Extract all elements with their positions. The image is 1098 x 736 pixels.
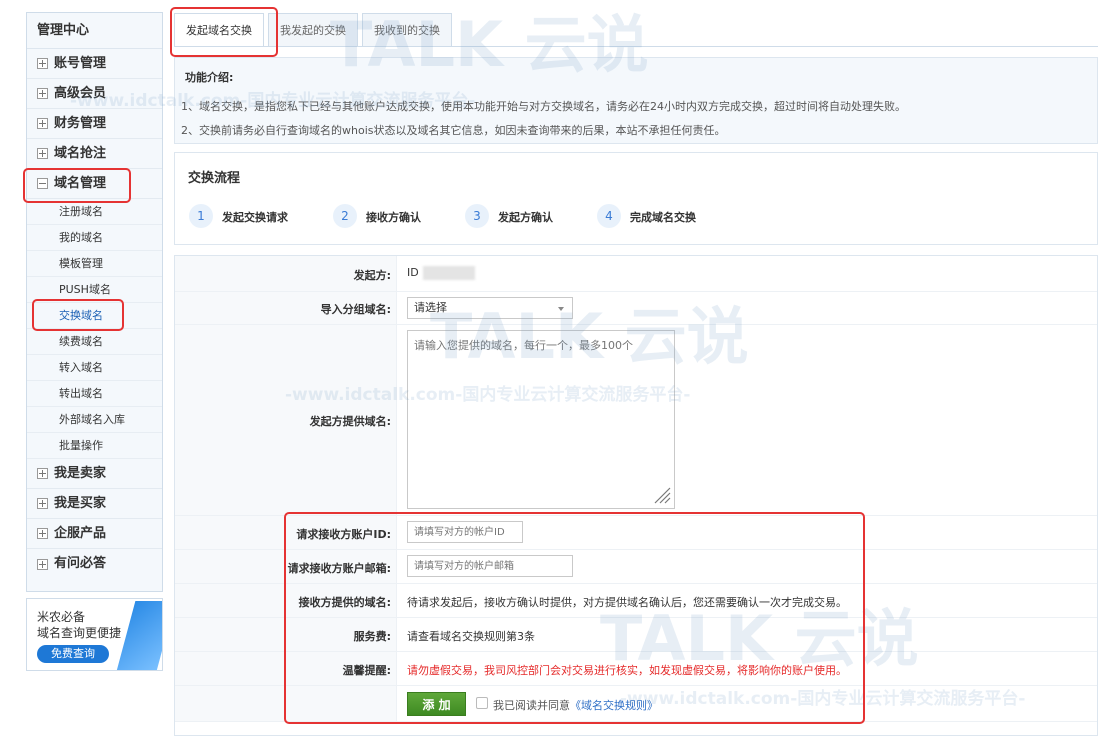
tab-my-initiated-exchanges[interactable]: 我发起的交换 bbox=[268, 13, 358, 47]
step-label: 发起方确认 bbox=[498, 211, 553, 224]
row-divider bbox=[175, 721, 1097, 722]
redacted-id bbox=[422, 266, 475, 280]
sidebar-title: 管理中心 bbox=[27, 13, 162, 49]
intro-line-2: 2、交换前请务必自行查询域名的whois状态以及域名其它信息，如因未查询带来的后… bbox=[181, 124, 726, 137]
account-id-label: 请求接收方账户ID: bbox=[296, 528, 391, 541]
row-divider bbox=[175, 324, 1097, 325]
sidebar-item-finance[interactable]: 财务管理 bbox=[27, 109, 162, 139]
collapse-icon bbox=[37, 178, 48, 189]
sidebar-subitem-transfer-in[interactable]: 转入域名 bbox=[27, 355, 162, 381]
expand-icon bbox=[37, 58, 48, 69]
sidebar-item-label: 域名管理 bbox=[54, 175, 107, 191]
sidebar-item-label: 企服产品 bbox=[54, 525, 107, 541]
group-select-label: 导入分组域名: bbox=[320, 303, 391, 316]
sidebar-subitem-transfer-out[interactable]: 转出域名 bbox=[27, 381, 162, 407]
domains-textarea[interactable] bbox=[407, 330, 675, 509]
sidebar-subitem-renew-domain[interactable]: 续费域名 bbox=[27, 329, 162, 355]
row-divider bbox=[175, 651, 1097, 652]
step-label: 发起交换请求 bbox=[222, 211, 288, 224]
exchange-rules-link[interactable]: 《域名交换规则》 bbox=[570, 699, 658, 712]
chevron-down-icon bbox=[558, 307, 564, 311]
sidebar-item-domain-management[interactable]: 域名管理 bbox=[27, 169, 162, 199]
exchange-flow: 交换流程 1 发起交换请求 2 接收方确认 3 发起方确认 4 完成域名交换 bbox=[174, 152, 1098, 245]
promo-subtitle: 域名查询更便捷 bbox=[37, 626, 122, 640]
agree-text: 我已阅读并同意 bbox=[493, 699, 570, 712]
tip-label: 温馨提醒: bbox=[342, 664, 391, 677]
row-divider bbox=[175, 617, 1097, 618]
initiator-label: 发起方: bbox=[353, 269, 391, 282]
sidebar-subitem-register-domain[interactable]: 注册域名 bbox=[27, 199, 162, 225]
sidebar-item-enterprise[interactable]: 企服产品 bbox=[27, 519, 162, 549]
flow-title: 交换流程 bbox=[188, 171, 241, 186]
sidebar-subitem-my-domains[interactable]: 我的域名 bbox=[27, 225, 162, 251]
row-divider bbox=[175, 685, 1097, 686]
promo-banner[interactable]: 米农必备 域名查询更便捷 免费查询 bbox=[26, 598, 163, 671]
free-query-button[interactable]: 免费查询 bbox=[37, 645, 109, 663]
sidebar-subitem-external-import[interactable]: 外部域名入库 bbox=[27, 407, 162, 433]
step-label: 完成域名交换 bbox=[630, 211, 696, 224]
sidebar-subitem-exchange-domain[interactable]: 交换域名 bbox=[27, 303, 162, 329]
row-divider bbox=[175, 583, 1097, 584]
step-label: 接收方确认 bbox=[366, 211, 421, 224]
fee-label: 服务费: bbox=[353, 630, 391, 643]
agree-checkbox[interactable] bbox=[476, 697, 488, 709]
sidebar-item-seller[interactable]: 我是卖家 bbox=[27, 459, 162, 489]
sidebar-item-label: 我是卖家 bbox=[54, 465, 107, 481]
expand-icon bbox=[37, 558, 48, 570]
expand-icon bbox=[37, 118, 48, 129]
sidebar-item-snap-register[interactable]: 域名抢注 bbox=[27, 139, 162, 169]
expand-icon bbox=[37, 498, 48, 509]
sidebar-item-buyer[interactable]: 我是买家 bbox=[27, 489, 162, 519]
tab-initiate-exchange[interactable]: 发起域名交换 bbox=[174, 13, 264, 47]
agree-label: 我已阅读并同意《域名交换规则》 bbox=[493, 697, 658, 713]
initiator-value: ID bbox=[407, 266, 475, 280]
sidebar-subitem-push-domain[interactable]: PUSH域名 bbox=[27, 277, 162, 303]
sidebar-item-vip[interactable]: 高级会员 bbox=[27, 79, 162, 109]
tab-bar: 发起域名交换 我发起的交换 我收到的交换 bbox=[174, 13, 456, 47]
email-label: 请求接收方账户邮箱: bbox=[287, 562, 391, 575]
sidebar-subitem-templates[interactable]: 模板管理 bbox=[27, 251, 162, 277]
account-id-input[interactable] bbox=[407, 521, 523, 543]
expand-icon bbox=[37, 148, 48, 159]
sidebar-item-label: 账号管理 bbox=[54, 55, 107, 71]
sidebar: 管理中心 账号管理 高级会员 财务管理 域名抢注 域名管理 注册域名 我的域名 … bbox=[26, 12, 163, 592]
initiator-id: ID bbox=[407, 266, 419, 279]
tip-text: 请勿虚假交易，我司风控部门会对交易进行核实，如发现虚假交易，将影响你的账户使用。 bbox=[407, 664, 847, 677]
expand-icon bbox=[37, 468, 48, 479]
promo-decoration bbox=[116, 601, 162, 670]
step-number: 1 bbox=[189, 204, 213, 228]
expand-icon bbox=[37, 88, 48, 99]
sidebar-item-label: 有问必答 bbox=[54, 556, 107, 571]
step-number: 2 bbox=[333, 204, 357, 228]
fee-text: 请查看域名交换规则第3条 bbox=[407, 630, 535, 643]
sidebar-item-label: 我是买家 bbox=[54, 495, 107, 511]
sidebar-item-account[interactable]: 账号管理 bbox=[27, 49, 162, 79]
promo-title: 米农必备 bbox=[37, 610, 86, 624]
group-select[interactable]: 请选择 bbox=[407, 297, 573, 319]
row-divider bbox=[175, 549, 1097, 550]
expand-icon bbox=[37, 528, 48, 539]
sidebar-item-label: 域名抢注 bbox=[54, 145, 107, 161]
add-button[interactable]: 添 加 bbox=[407, 692, 466, 716]
tab-received-exchanges[interactable]: 我收到的交换 bbox=[362, 13, 452, 47]
feature-intro: 功能介绍: 1、域名交换，是指您私下已经与其他账户达成交换，使用本功能开始与对方… bbox=[174, 57, 1098, 144]
intro-line-1: 1、域名交换，是指您私下已经与其他账户达成交换，使用本功能开始与对方交换域名，请… bbox=[181, 100, 906, 113]
sidebar-item-qa[interactable]: 有问必答 bbox=[27, 549, 162, 579]
sidebar-subitem-batch[interactable]: 批量操作 bbox=[27, 433, 162, 459]
exchange-form: 发起方: ID 导入分组域名: 请选择 发起方提供域名: 请求接收方账户ID: … bbox=[174, 255, 1098, 736]
group-select-value: 请选择 bbox=[414, 301, 447, 314]
row-divider bbox=[175, 291, 1097, 292]
receiver-domains-text: 待请求发起后，接收方确认时提供，对方提供域名确认后，您还需要确认一次才完成交易。 bbox=[407, 596, 847, 609]
step-number: 4 bbox=[597, 204, 621, 228]
sidebar-item-label: 高级会员 bbox=[54, 85, 107, 101]
intro-title: 功能介绍: bbox=[185, 71, 234, 84]
step-number: 3 bbox=[465, 204, 489, 228]
sidebar-item-label: 财务管理 bbox=[54, 115, 107, 131]
domains-label: 发起方提供域名: bbox=[309, 415, 391, 428]
row-divider bbox=[175, 515, 1097, 516]
email-input[interactable] bbox=[407, 555, 573, 577]
receiver-domains-label: 接收方提供的域名: bbox=[298, 596, 391, 609]
tab-divider bbox=[174, 46, 1098, 47]
